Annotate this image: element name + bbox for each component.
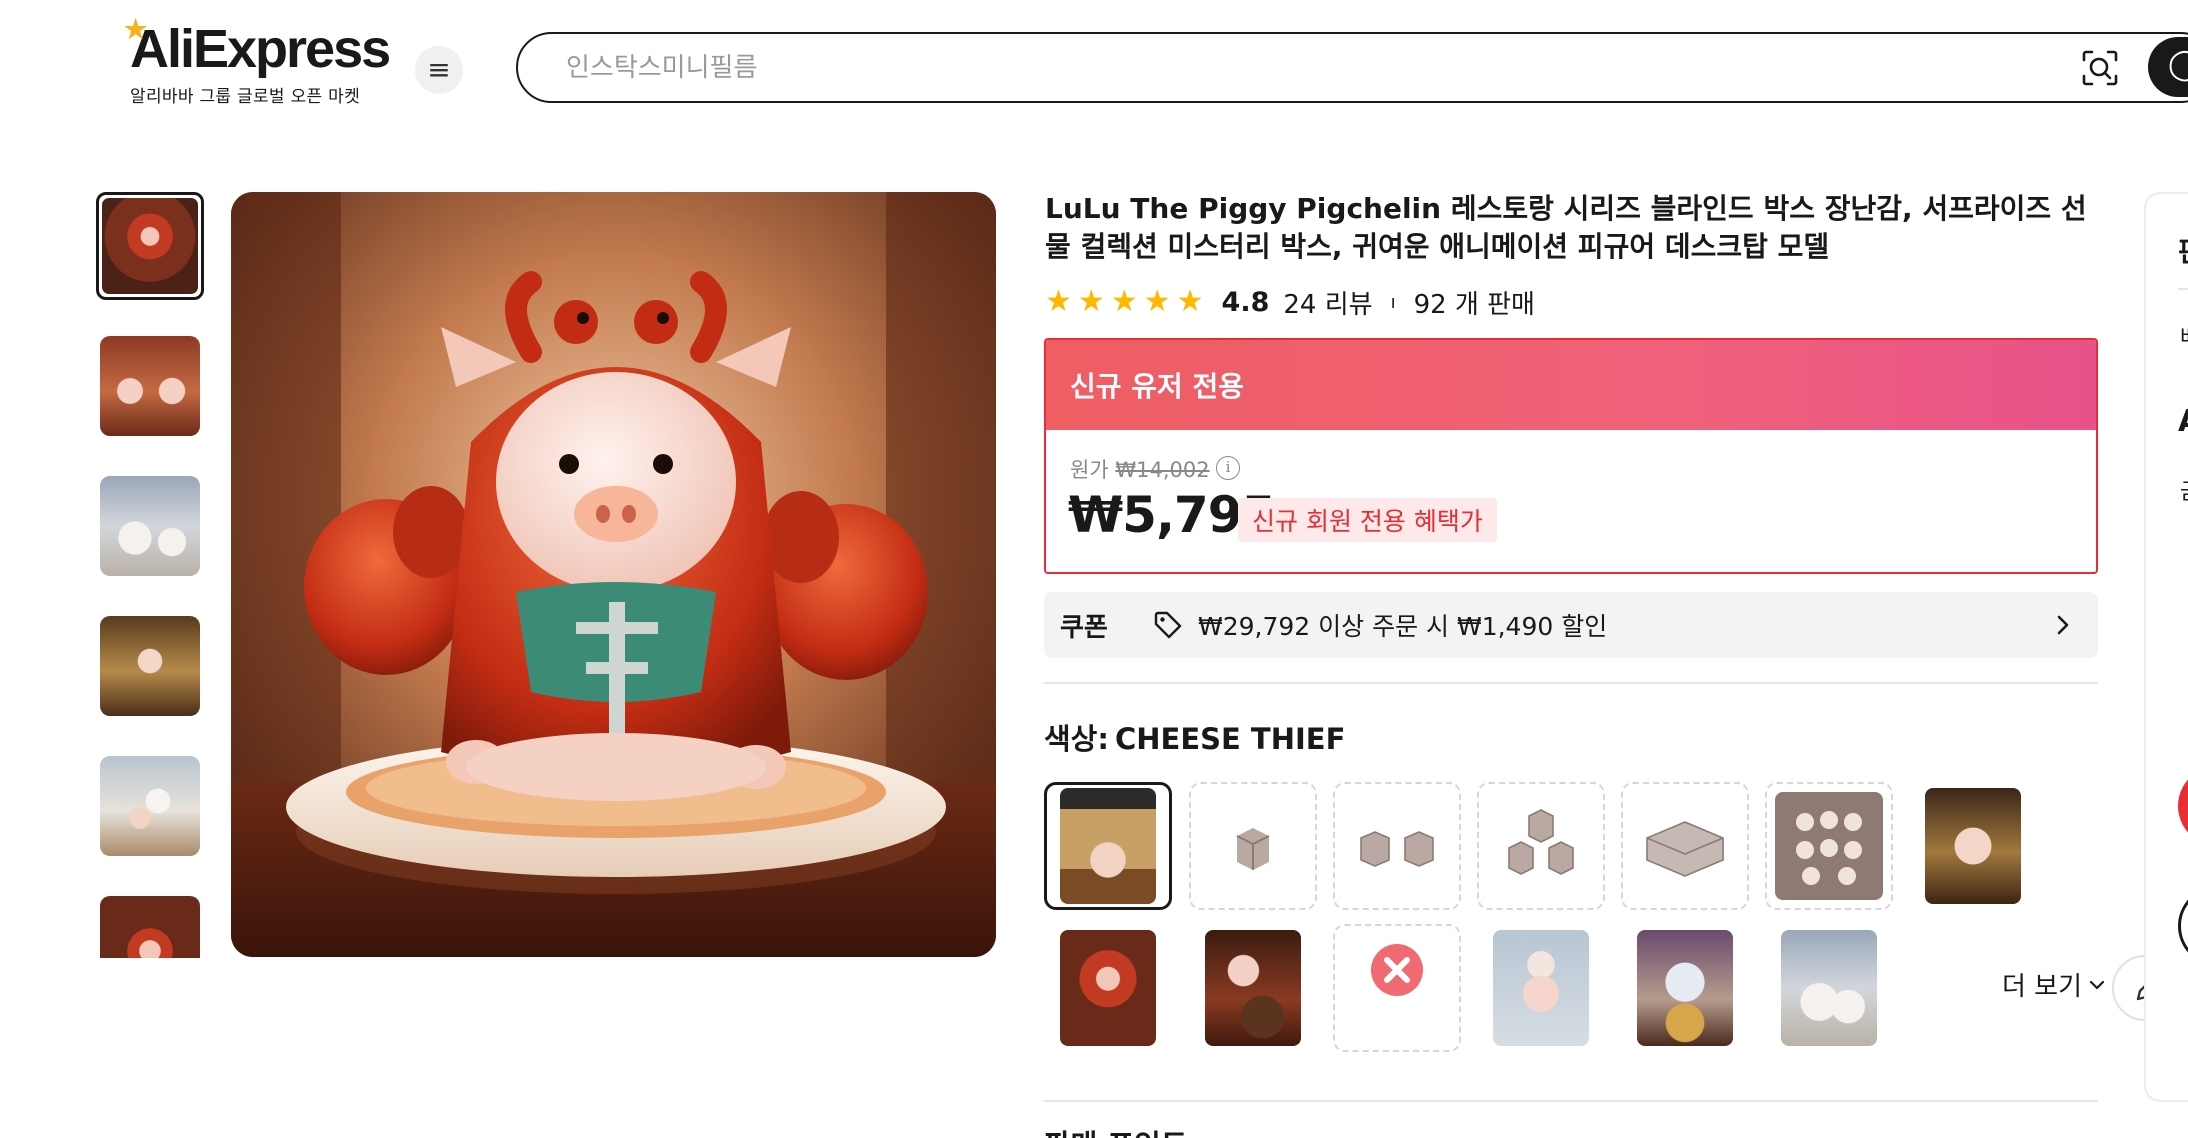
chevron-right-icon — [2057, 615, 2069, 635]
thumbnail-6[interactable] — [100, 896, 200, 958]
variant-cheese-thief[interactable] — [1044, 782, 1172, 910]
chevron-down-icon — [2089, 980, 2105, 989]
thumbnail-image — [100, 756, 200, 856]
variant-pig-plate[interactable] — [1909, 782, 2037, 910]
variant-bunny-pig[interactable] — [1477, 924, 1605, 1052]
thumbnail-3[interactable] — [100, 476, 200, 576]
divider — [1044, 682, 2098, 684]
original-price-label: 원가 — [1070, 458, 1109, 482]
display-box-icon — [1631, 792, 1739, 900]
logo-tagline: 알리바바 그룹 글로벌 오픈 마켓 — [130, 87, 361, 107]
variant-lobster-pig[interactable] — [1044, 924, 1172, 1052]
variant-image — [1637, 930, 1733, 1046]
promo-header: 신규 유저 전용 — [1046, 340, 2096, 430]
original-price-value: ₩14,002 — [1115, 458, 1210, 482]
variant-image — [1925, 788, 2021, 904]
side-panel-heading: 판 — [2178, 230, 2188, 270]
side-panel-text: 배 — [2180, 320, 2188, 352]
image-search-icon[interactable] — [2080, 48, 2120, 88]
add-to-cart-button[interactable] — [2178, 886, 2188, 966]
aliexpress-logo[interactable]: ★ AliExpress 알리바바 그룹 글로벌 오픈 마켓 — [124, 14, 391, 107]
variant-single-box[interactable] — [1189, 782, 1317, 910]
buy-now-button[interactable] — [2178, 766, 2188, 846]
thumbnail-2[interactable] — [100, 336, 200, 436]
rating-stars: ★ ★ ★ ★ ★ — [1045, 287, 1204, 317]
thumbnail-image — [100, 336, 200, 436]
logo-star-icon: ★ — [124, 14, 147, 44]
original-price: 원가 ₩14,002 — [1070, 454, 1210, 484]
side-panel-text: 금 — [2180, 474, 2188, 506]
info-icon[interactable]: i — [1216, 456, 1240, 480]
coupon-label: 쿠폰 — [1060, 612, 1108, 643]
star-icon: ★ — [1045, 284, 1072, 319]
series-card-icon — [1775, 792, 1883, 900]
search-bar: ◯ — [516, 32, 2188, 103]
sold-count: 92 개 판매 — [1413, 289, 1535, 320]
selling-points-heading: 판매 포인트 — [1044, 1122, 1188, 1138]
menu-button[interactable]: ≡ — [415, 46, 463, 94]
reviews-link[interactable]: 24 리뷰 — [1283, 284, 1372, 321]
divider — [2178, 288, 2188, 290]
divider — [1044, 1100, 2098, 1102]
thumbnail-1[interactable] — [96, 192, 204, 300]
coupon-text: ₩29,792 이상 주문 시 ₩1,490 할인 — [1198, 612, 1608, 641]
unavailable-icon — [1343, 934, 1451, 1042]
thumbnail-image — [100, 616, 200, 716]
search-icon: ◯ — [2168, 47, 2188, 82]
coupon-row[interactable]: 쿠폰 ₩29,792 이상 주문 시 ₩1,490 할인 — [1044, 592, 2098, 658]
main-product-image[interactable] — [231, 192, 996, 957]
more-variants-button[interactable]: 더 보기 — [2002, 966, 2106, 1003]
star-icon: ★ — [1143, 284, 1171, 319]
thumbnail-image — [100, 896, 200, 958]
variant-image — [1060, 788, 1156, 904]
variant-image — [1060, 930, 1156, 1046]
variant-image — [1781, 930, 1877, 1046]
box-icon — [1199, 792, 1307, 900]
more-label: 더 보기 — [2002, 972, 2083, 1002]
rating-row: ★ ★ ★ ★ ★ 4.8 24 리뷰 ı 92 개 판매 — [1045, 284, 1535, 320]
three-boxes-icon — [1487, 792, 1595, 900]
purchase-side-panel: 판 배 A 금 — [2144, 192, 2188, 1102]
variant-image — [1205, 930, 1301, 1046]
promo-body: 원가 ₩14,002 i ₩5,795 신규 회원 전용 혜택가 — [1046, 430, 2096, 572]
search-input[interactable] — [566, 52, 2066, 84]
separator: ı — [1390, 291, 1396, 313]
tag-icon — [1154, 611, 1182, 639]
price-badge: 신규 회원 전용 혜택가 — [1238, 498, 1497, 542]
thumbnail-image — [102, 198, 198, 294]
lobster-pig-figure-illustration — [231, 192, 996, 957]
color-selector-label: 색상: CHEESE THIEF — [1044, 716, 1345, 758]
thumbnail-image — [100, 476, 200, 576]
logo-wordmark: ★ AliExpress — [124, 14, 391, 79]
two-boxes-icon — [1343, 792, 1451, 900]
rating-value: 4.8 — [1221, 286, 1270, 318]
variant-display-box[interactable] — [1621, 782, 1749, 910]
new-user-price-box: 신규 유저 전용 원가 ₩14,002 i ₩5,795 신규 회원 전용 혜택… — [1044, 338, 2098, 574]
star-icon: ★ — [1077, 284, 1105, 319]
search-button[interactable]: ◯ — [2148, 37, 2188, 97]
variant-dome-pig[interactable] — [1621, 924, 1749, 1052]
product-title: LuLu The Piggy Pigchelin 레스토랑 시리즈 블라인드 박… — [1045, 192, 2087, 263]
variant-chef-pig[interactable] — [1189, 924, 1317, 1052]
variant-two-boxes[interactable] — [1333, 782, 1461, 910]
variant-unavailable[interactable] — [1333, 924, 1461, 1052]
variant-teacup-pig[interactable] — [1765, 924, 1893, 1052]
variant-three-boxes[interactable] — [1477, 782, 1605, 910]
menu-icon: ≡ — [427, 53, 451, 86]
color-selected-value: CHEESE THIEF — [1114, 722, 1346, 756]
side-panel-title: A — [2178, 404, 2188, 439]
thumbnail-5[interactable] — [100, 756, 200, 856]
thumbnail-4[interactable] — [100, 616, 200, 716]
variant-image — [1493, 930, 1589, 1046]
star-icon: ★ — [1176, 284, 1204, 319]
variant-series-card[interactable] — [1765, 782, 1893, 910]
color-label-prefix: 색상: — [1044, 722, 1109, 756]
thumbnail-list — [96, 192, 206, 958]
star-icon: ★ — [1110, 284, 1138, 319]
